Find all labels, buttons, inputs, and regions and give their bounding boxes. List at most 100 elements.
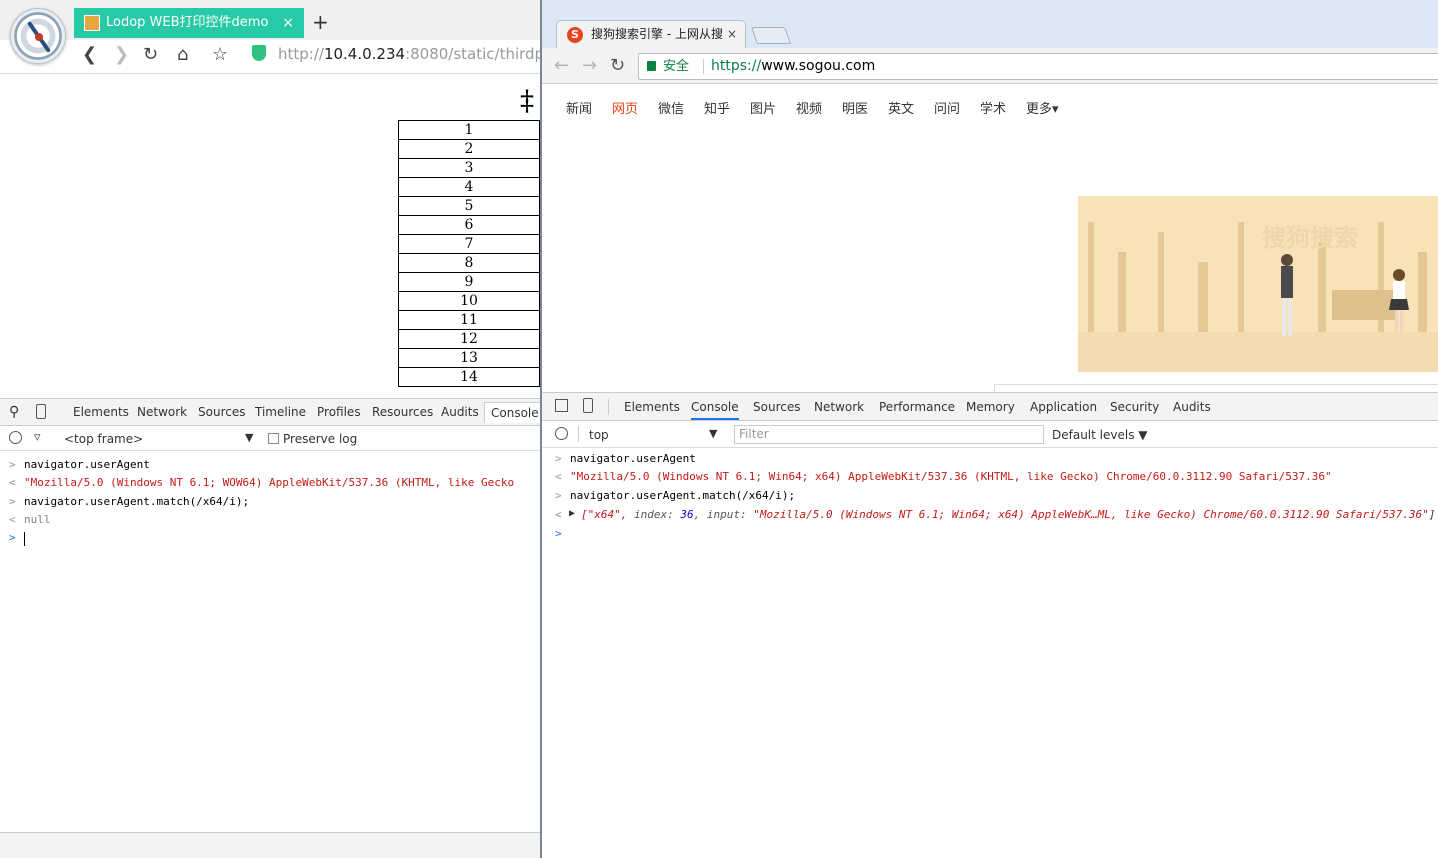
right-devtools-tabs: Elements Console Sources Network Perform…	[542, 393, 1438, 421]
reload-icon[interactable]: ↻	[143, 44, 158, 65]
nav-wenwen[interactable]: 问问	[934, 98, 960, 117]
clear-console-icon[interactable]	[555, 427, 568, 440]
left-dt-tab-console[interactable]: Console	[484, 402, 540, 423]
nav-english[interactable]: 英文	[888, 98, 914, 117]
nav-mingyi[interactable]: 明医	[842, 98, 868, 117]
nav-news[interactable]: 新闻	[566, 98, 592, 117]
frame-select[interactable]: <top frame>	[64, 432, 143, 446]
console-prompt[interactable]: >	[0, 531, 540, 549]
filter-funnel-icon[interactable]: ▿	[34, 430, 41, 445]
number-table: 1 2 3 4 5 6 7 8 9 10 11 12 13 14	[398, 120, 540, 387]
right-dt-tab-application[interactable]: Application	[1030, 400, 1097, 414]
preserve-log-checkbox[interactable]	[268, 433, 279, 444]
nav-scholar[interactable]: 学术	[980, 98, 1006, 117]
close-tab-icon[interactable]: ×	[282, 8, 294, 38]
person-illustration	[1281, 254, 1293, 336]
nav-video[interactable]: 视频	[796, 98, 822, 117]
new-tab-icon[interactable]	[750, 27, 792, 44]
nav-images[interactable]: 图片	[750, 98, 776, 117]
table-row: 5	[398, 196, 540, 216]
table-row: 6	[398, 215, 540, 235]
right-devtools-panel: Elements Console Sources Network Perform…	[542, 392, 1438, 858]
left-tab-lodop-demo[interactable]: Lodop WEB打印控件demo ×	[74, 8, 304, 38]
console-line: > navigator.userAgent.match(/x64/i);	[0, 495, 540, 511]
left-address-bar[interactable]: http://10.4.0.234:8080/static/thirdp	[252, 45, 540, 69]
banner-watermark: 搜狗搜索	[1262, 224, 1358, 252]
reload-icon[interactable]: ↻	[610, 55, 625, 76]
new-tab-icon[interactable]: +	[312, 10, 329, 34]
console-line[interactable]: < ▶ ["x64", index: 36, input: "Mozilla/5…	[542, 508, 1438, 524]
device-toolbar-icon[interactable]	[583, 398, 593, 413]
expand-triangle-icon[interactable]: ▶	[569, 508, 575, 519]
table-row: 12	[398, 329, 540, 349]
right-dt-tab-memory[interactable]: Memory	[966, 400, 1015, 414]
right-dt-tab-sources[interactable]: Sources	[753, 400, 800, 414]
secure-lock-icon	[647, 61, 656, 71]
sogou-doodle-banner[interactable]: 搜狗搜索	[1078, 196, 1438, 372]
right-dt-tab-security[interactable]: Security	[1110, 400, 1159, 414]
log-levels-select[interactable]: Default levels ▼	[1052, 428, 1148, 442]
forward-icon[interactable]: →	[582, 55, 597, 76]
left-dt-tab-network[interactable]: Network	[137, 405, 187, 419]
right-browser-window: S 搜狗搜索引擎 - 上网从搜 × ← → ↻ 安全 https://www.s…	[540, 0, 1438, 858]
table-row: 8	[398, 253, 540, 273]
index-value: 36	[680, 508, 694, 521]
context-dropdown-icon[interactable]: ▼	[709, 427, 717, 440]
right-address-bar[interactable]: 安全 https://www.sogou.com	[638, 53, 1438, 80]
left-dt-tab-audits[interactable]: Audits	[441, 405, 479, 419]
nav-web[interactable]: 网页	[612, 98, 638, 117]
context-select[interactable]: top	[589, 428, 609, 442]
device-mode-icon[interactable]	[36, 404, 46, 419]
input-value: "Mozilla/5.0 (Windows NT 6.1; Win64; x64…	[753, 508, 1429, 521]
index-key: index:	[633, 508, 681, 521]
nav-zhihu[interactable]: 知乎	[704, 98, 730, 117]
left-dt-tab-sources[interactable]: Sources	[198, 405, 245, 419]
match-array-close: ]	[1428, 508, 1436, 521]
right-dt-tab-audits[interactable]: Audits	[1173, 400, 1211, 414]
console-filter-input[interactable]: Filter	[734, 425, 1044, 444]
right-dt-tab-performance[interactable]: Performance	[879, 400, 955, 414]
page-favicon-icon	[84, 15, 100, 31]
table-cell: 6	[398, 215, 540, 235]
close-tab-icon[interactable]: ×	[727, 21, 737, 47]
right-dt-tab-elements[interactable]: Elements	[624, 400, 680, 414]
console-input-text: navigator.userAgent.match(/x64/i);	[24, 495, 250, 508]
home-icon[interactable]: ⌂	[177, 44, 188, 65]
table-row: 10	[398, 291, 540, 311]
frame-dropdown-icon[interactable]: ▼	[245, 431, 253, 444]
left-console-toolbar: ▿ <top frame> ▼ Preserve log	[0, 427, 540, 451]
nav-weixin[interactable]: 微信	[658, 98, 684, 117]
console-prompt[interactable]: >	[542, 527, 1438, 545]
left-dt-tab-profiles[interactable]: Profiles	[317, 405, 361, 419]
table-cell: 10	[398, 291, 540, 311]
table-row: 3	[398, 158, 540, 178]
clear-console-icon[interactable]	[9, 431, 22, 444]
table-cell: 7	[398, 234, 540, 254]
input-key: , input:	[693, 508, 754, 521]
forward-icon[interactable]: ❯	[114, 44, 129, 65]
back-icon[interactable]: ❮	[82, 44, 97, 65]
left-dt-tab-timeline[interactable]: Timeline	[255, 405, 306, 419]
table-cell: 8	[398, 253, 540, 273]
left-dt-tab-resources[interactable]: Resources	[372, 405, 433, 419]
console-line: < null	[0, 513, 540, 529]
left-dt-tab-elements[interactable]: Elements	[73, 405, 129, 419]
right-dt-tab-console[interactable]: Console	[691, 400, 739, 420]
inspect-search-icon[interactable]: ⚲	[9, 404, 19, 420]
table-cell: 9	[398, 272, 540, 292]
browser-logo-icon[interactable]	[10, 8, 66, 64]
inspect-element-icon[interactable]	[555, 399, 568, 412]
table-cell: 4	[398, 177, 540, 197]
input-chevron-icon: >	[9, 495, 16, 508]
prompt-chevron-icon: >	[9, 531, 16, 544]
left-devtools-tabs: ⚲ Elements Network Sources Timeline Prof…	[0, 399, 540, 426]
bookmark-star-icon[interactable]: ☆	[212, 44, 228, 65]
nav-more[interactable]: 更多▾	[1026, 98, 1059, 117]
right-tab-sogou[interactable]: S 搜狗搜索引擎 - 上网从搜 ×	[556, 20, 746, 48]
search-box-edge[interactable]	[994, 384, 1438, 392]
table-cell: 3	[398, 158, 540, 178]
console-line: < "Mozilla/5.0 (Windows NT 6.1; WOW64) A…	[0, 476, 540, 492]
left-browser-window: Lodop WEB打印控件demo × + ❮ ❯ ↻ ⌂ ☆ http://1…	[0, 0, 540, 858]
back-icon[interactable]: ←	[554, 55, 569, 76]
right-dt-tab-network[interactable]: Network	[814, 400, 864, 414]
